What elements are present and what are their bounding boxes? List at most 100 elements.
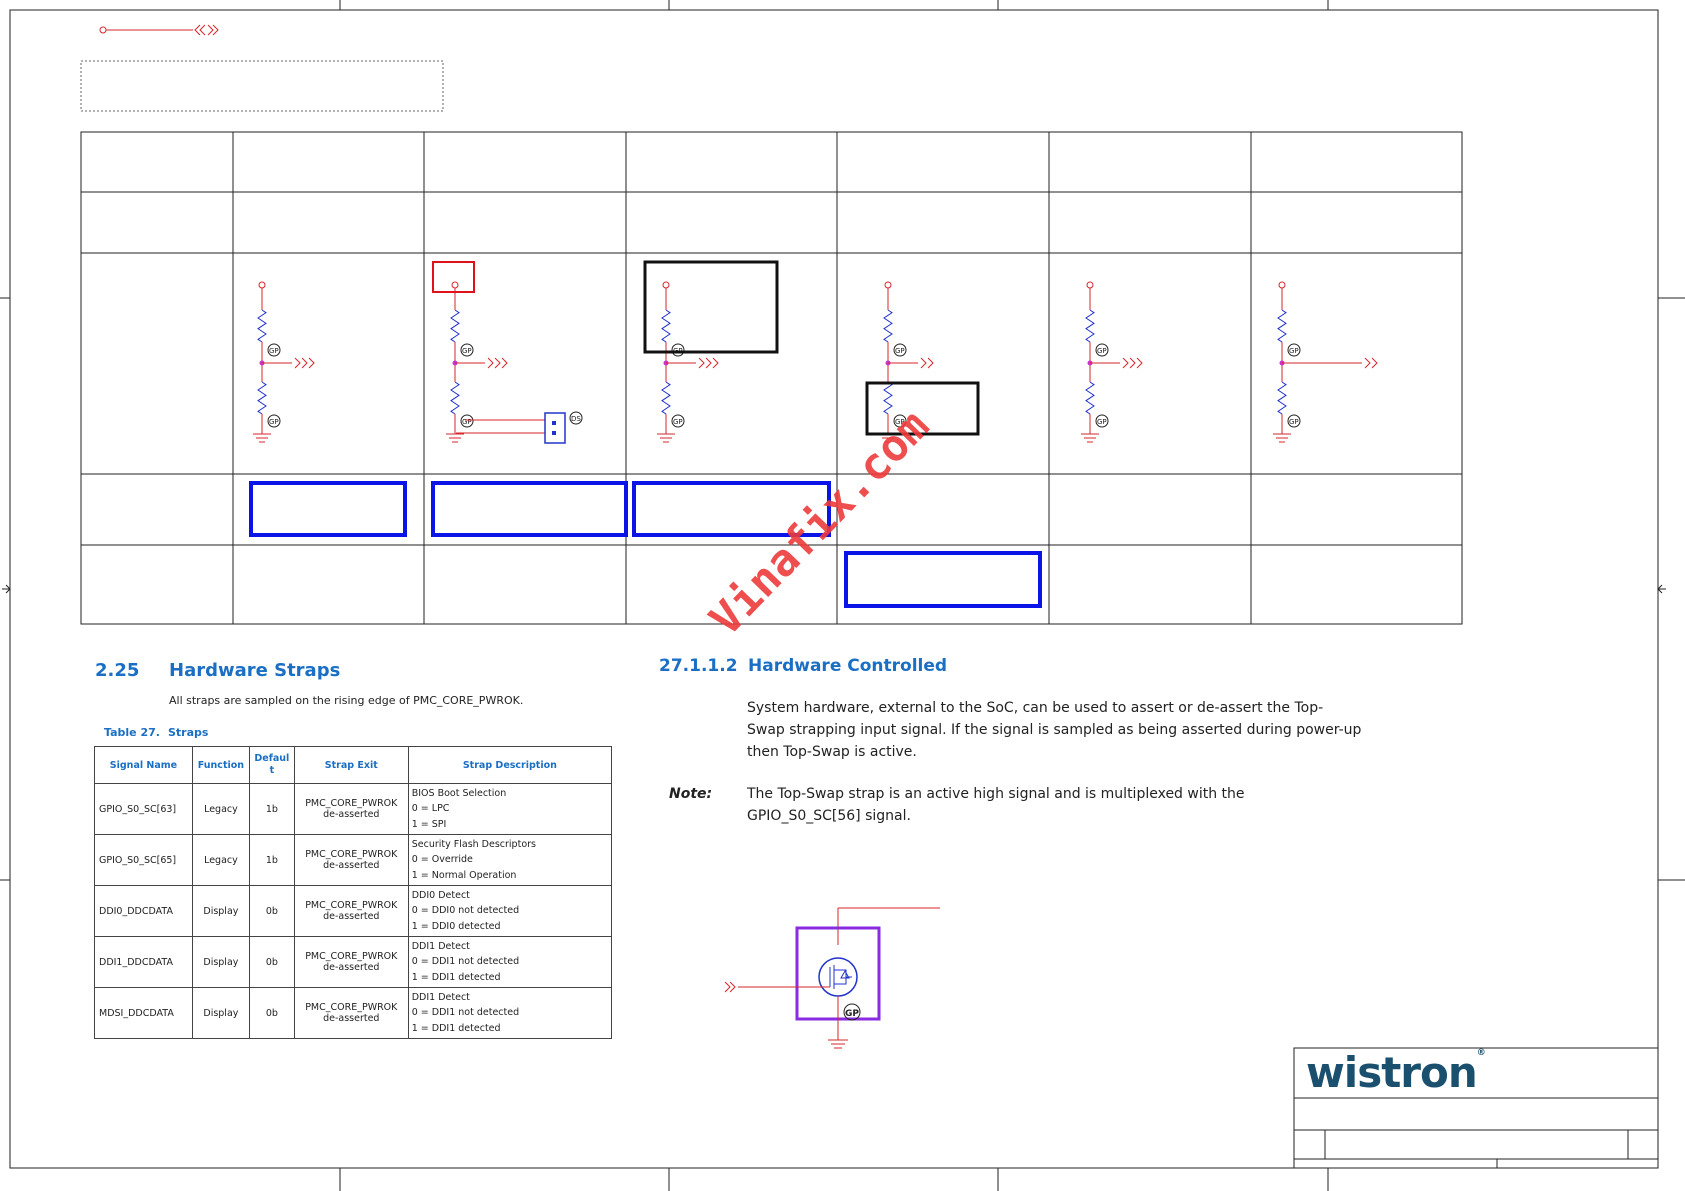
power-pin: [1278, 281, 1286, 289]
straps-table: Signal Name Function Defaul t Strap Exit…: [94, 746, 613, 1039]
strap-exit-line: de-asserted: [323, 962, 380, 973]
table-row: DDI1_DDCDATA Display 0b PMC_CORE_PWROK de-as…: [94, 936, 613, 988]
description-line: Security Flash Descriptors: [411, 838, 536, 850]
para-line-3: then Top-Swap is active.: [747, 744, 917, 760]
strap-circuit-5: GP GP: [1081, 281, 1143, 443]
description-line: 1 = DDI0 detected: [411, 920, 501, 932]
pull-up-resistor: [1085, 309, 1095, 343]
table-row: GPIO_S0_SC[65] Legacy 1b PMC_CORE_PWROK de-a…: [94, 834, 613, 886]
table-row: DDI0_DDCDATA Display 0b PMC_CORE_PWROK de-as…: [94, 885, 613, 937]
col-strap-description: Strap Description: [407, 746, 613, 784]
gp-pad-label: GP: [462, 347, 472, 355]
cell-signal: DDI1_DDCDATA: [94, 936, 193, 988]
description-line: 1 = DDI1 detected: [411, 971, 501, 983]
gp-pad-label: GP: [1289, 418, 1299, 426]
pull-down-resistor: [883, 381, 893, 415]
sheet-center-mark-right: [1657, 584, 1666, 594]
note-label: Note:: [669, 786, 713, 802]
description-line: 0 = LPC: [411, 803, 450, 815]
ground-symbol: [253, 433, 271, 443]
highlight-blue-2: [431, 481, 628, 537]
wistron-logo: wistron®: [1306, 1048, 1486, 1097]
cell-description: DDI1 Detect 0 = DDI1 not detected 1 = DDI1…: [407, 987, 613, 1039]
ground-symbol: [657, 433, 675, 443]
strap-exit-line: de-asserted: [323, 1013, 380, 1024]
gp-pad-label: GP: [1289, 347, 1299, 355]
cell-strap-exit: PMC_CORE_PWROK de-asserted: [293, 987, 409, 1039]
cell-signal: MDSI_DDCDATA: [94, 987, 193, 1039]
pull-up-resistor: [257, 309, 267, 343]
section-title-left: Hardware Straps: [169, 660, 341, 681]
gp-pad-label: GP: [673, 418, 683, 426]
cell-function: Display: [191, 987, 250, 1039]
pull-up-resistor: [450, 309, 460, 343]
power-pin: [451, 281, 459, 289]
svg-text:DS: DS: [571, 415, 581, 423]
cell-signal: DDI0_DDCDATA: [94, 885, 193, 937]
description-line: DDI0 Detect: [411, 889, 470, 901]
description-line: 1 = Normal Operation: [411, 869, 517, 881]
power-pin: [1086, 281, 1094, 289]
offpage-arrow: [1122, 357, 1143, 369]
offpage-arrow: [1364, 357, 1378, 369]
strap-exit-line: PMC_CORE_PWROK: [305, 900, 398, 911]
logo-mark: ®: [1476, 1048, 1486, 1058]
ground-symbol: [446, 433, 464, 443]
strap-circuit-2: GP GP: [446, 281, 508, 443]
strap-exit-line: PMC_CORE_PWROK: [305, 1002, 398, 1013]
gp-pad-label: GP: [269, 347, 279, 355]
description-line: 0 = Override: [411, 854, 473, 866]
pull-up-resistor: [883, 309, 893, 343]
dashed-title-box: [80, 60, 444, 112]
description-line: 1 = SPI: [411, 818, 447, 830]
strap-circuit-1: GP GP: [253, 281, 315, 443]
section-title-right: Hardware Controlled: [748, 656, 948, 676]
ground-symbol: [1081, 433, 1099, 443]
pull-down-resistor: [1277, 381, 1287, 415]
description-line: 1 = DDI1 detected: [411, 1022, 501, 1034]
power-pin: [884, 281, 892, 289]
cell-description: DDI1 Detect 0 = DDI1 not detected 1 = DDI1…: [407, 936, 613, 988]
offpage-arrow: [698, 357, 719, 369]
col-strap-exit: Strap Exit: [293, 746, 409, 784]
gp-pad-label: GP: [1097, 418, 1107, 426]
cell-description: Security Flash Descriptors 0 = Override 1 …: [407, 834, 613, 886]
strap-circuit-3: GPGP: [657, 281, 719, 443]
cell-default: 0b: [248, 885, 295, 937]
gp-pad-label: GP: [895, 347, 905, 355]
gp-pad-label: GP: [269, 418, 279, 426]
description-line: 0 = DDI1 not detected: [411, 956, 520, 968]
section-number-left: 2.25: [95, 660, 140, 681]
description-line: 0 = DDI1 not detected: [411, 1007, 520, 1019]
strap-exit-line: de-asserted: [323, 860, 380, 871]
gp-pad-label: GP: [462, 418, 472, 426]
highlight-blue-1: [249, 481, 407, 537]
para-line-1: System hardware, external to the SoC, ca…: [747, 700, 1324, 716]
cell-description: BIOS Boot Selection 0 = LPC 1 = SPI: [407, 783, 613, 835]
cell-default: 0b: [248, 987, 295, 1039]
section-intro: All straps are sampled on the rising edg…: [169, 694, 524, 707]
cell-signal: GPIO_S0_SC[65]: [94, 834, 193, 886]
pull-down-resistor: [661, 381, 671, 415]
description-line: 0 = DDI0 not detected: [411, 905, 520, 917]
sheet-center-mark-left: [2, 584, 11, 594]
table-header-row: Signal Name Function Defaul t Strap Exit…: [94, 746, 613, 784]
col-default: Defaul t: [248, 746, 295, 784]
cell-function: Legacy: [191, 783, 250, 835]
strap-exit-line: de-asserted: [323, 809, 380, 820]
strap-circuits: GPGPGPGPGPGPGPGPGPGPGPGP: [253, 281, 1378, 443]
table-row: MDSI_DDCDATA Display 0b PMC_CORE_PWROK de-as…: [94, 987, 613, 1039]
description-line: DDI1 Detect: [411, 991, 470, 1003]
strap-exit-line: PMC_CORE_PWROK: [305, 849, 398, 860]
pull-down-resistor: [257, 381, 267, 415]
cell-strap-exit: PMC_CORE_PWROK de-asserted: [293, 885, 409, 937]
strap-exit-line: PMC_CORE_PWROK: [305, 951, 398, 962]
cell-default: 0b: [248, 936, 295, 988]
cell-strap-exit: PMC_CORE_PWROK de-asserted: [293, 783, 409, 835]
cell-default: 1b: [248, 783, 295, 835]
pull-down-resistor: [1085, 381, 1095, 415]
description-line: BIOS Boot Selection: [411, 787, 507, 799]
cell-description: DDI0 Detect 0 = DDI0 not detected 1 = DDI0…: [407, 885, 613, 937]
pull-down-resistor: [450, 381, 460, 415]
gp-pad-label: GP: [1097, 347, 1107, 355]
